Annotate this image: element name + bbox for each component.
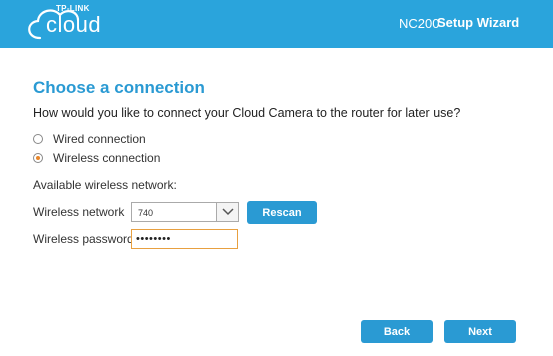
dropdown-button[interactable]	[216, 203, 238, 221]
wired-label: Wired connection	[53, 132, 146, 146]
wireless-network-label: Wireless network	[33, 205, 125, 219]
model-name: NC200	[399, 16, 440, 31]
wired-radio[interactable]	[33, 134, 43, 144]
logo-cloud-text: cloud	[46, 12, 102, 37]
wireless-network-select[interactable]: 740	[131, 202, 239, 222]
wireless-password-input[interactable]: ••••••••	[131, 229, 238, 249]
tp-link-cloud-logo: TP-LINK cloud	[18, 2, 128, 42]
wireless-radio[interactable]	[33, 153, 43, 163]
wizard-title: Setup Wizard	[437, 15, 520, 30]
wireless-password-label: Wireless password	[33, 232, 134, 246]
page-title: Choose a connection	[33, 78, 205, 97]
connection-question: How would you like to connect your Cloud…	[33, 106, 461, 120]
wireless-label: Wireless connection	[53, 151, 161, 165]
wired-connection-option[interactable]: Wired connection	[33, 132, 146, 146]
next-button[interactable]: Next	[444, 320, 516, 343]
chevron-down-icon	[221, 208, 234, 216]
available-networks-label: Available wireless network:	[33, 178, 177, 192]
rescan-button[interactable]: Rescan	[247, 201, 317, 224]
back-button[interactable]: Back	[361, 320, 433, 343]
wireless-network-value: 740	[138, 208, 154, 218]
header-bar: TP-LINK cloud NC200 Setup Wizard	[0, 0, 553, 48]
wireless-connection-option[interactable]: Wireless connection	[33, 151, 160, 165]
